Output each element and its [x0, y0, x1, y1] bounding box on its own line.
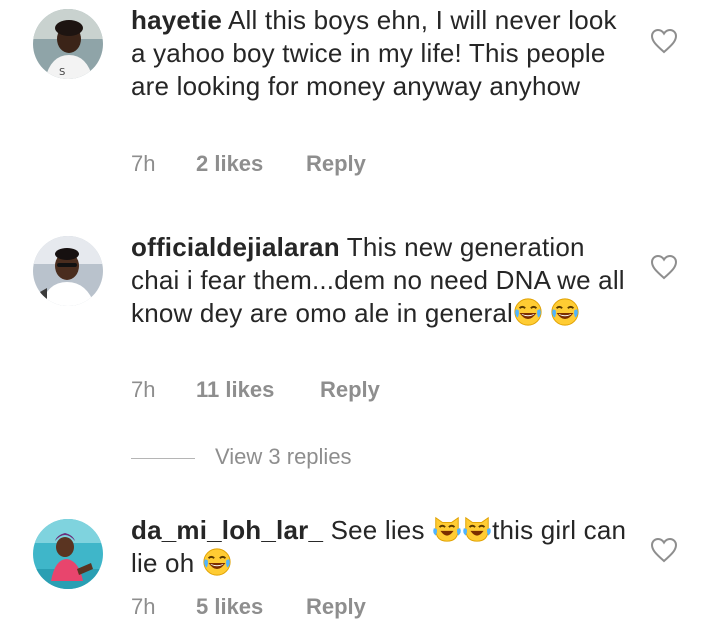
reply-button[interactable]: Reply	[306, 149, 366, 179]
face-with-tears-of-joy-icon	[202, 547, 232, 577]
timestamp: 7h	[131, 594, 156, 619]
view-replies-label[interactable]: View 3 replies	[215, 444, 352, 470]
divider-line	[131, 458, 195, 459]
face-with-tears-of-joy-icon	[550, 297, 580, 327]
timestamp: 7h	[131, 151, 156, 176]
comment-text: hayetie All this boys ehn, I will never …	[131, 4, 631, 103]
username[interactable]: hayetie	[131, 5, 222, 35]
heart-icon[interactable]	[650, 28, 678, 54]
likes-count[interactable]: 5 likes	[196, 592, 263, 622]
avatar[interactable]: S	[33, 9, 103, 79]
comment-text: da_mi_loh_lar_ See lies this girl can li…	[131, 514, 631, 580]
avatar[interactable]	[33, 236, 103, 306]
comment-body: See lies	[330, 515, 433, 545]
heart-icon[interactable]	[650, 254, 678, 280]
likes-count[interactable]: 2 likes	[196, 149, 263, 179]
username[interactable]: da_mi_loh_lar_	[131, 515, 323, 545]
reply-button[interactable]: Reply	[320, 375, 380, 405]
timestamp: 7h	[131, 377, 156, 402]
likes-count[interactable]: 11 likes	[196, 375, 274, 405]
avatar[interactable]	[33, 519, 103, 589]
comment-text: officialdejialaran This new generation c…	[131, 231, 631, 330]
cat-with-tears-of-joy-icon	[432, 514, 462, 544]
cat-with-tears-of-joy-icon	[462, 514, 492, 544]
username[interactable]: officialdejialaran	[131, 232, 340, 262]
svg-text:S: S	[59, 67, 65, 78]
face-with-tears-of-joy-icon	[513, 297, 543, 327]
reply-button[interactable]: Reply	[306, 592, 366, 622]
heart-icon[interactable]	[650, 537, 678, 563]
